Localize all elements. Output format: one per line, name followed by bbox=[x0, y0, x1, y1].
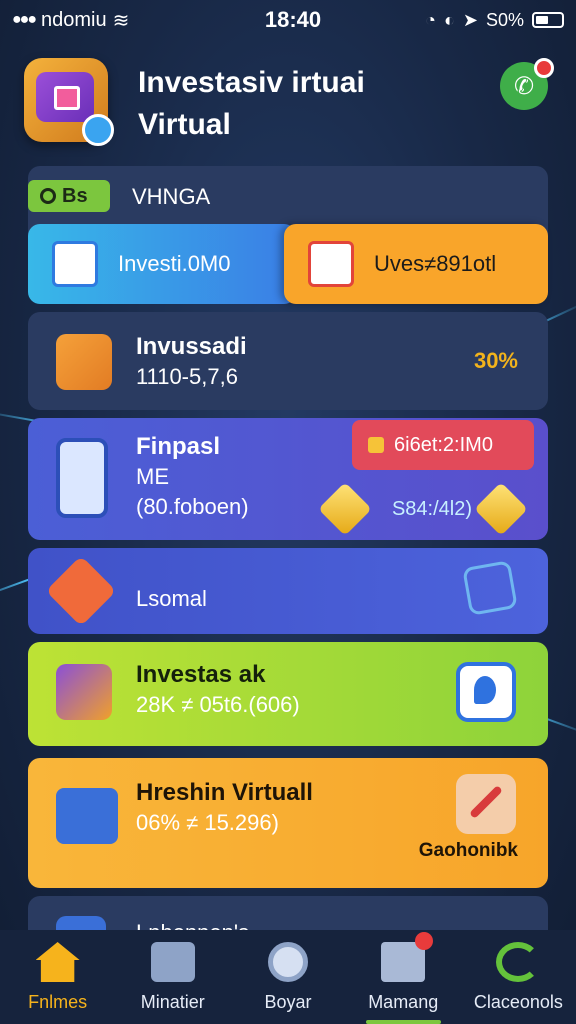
wifi-icon: ≋ bbox=[112, 9, 130, 32]
check-icon bbox=[45, 555, 117, 627]
status-bar: ●●● ndomiu ≋ 18:40 ◔ ◐ ➤ S0% bbox=[0, 0, 576, 40]
nav-item-home[interactable]: Fnlmes bbox=[0, 930, 115, 1024]
cart-icon bbox=[56, 788, 118, 844]
active-indicator bbox=[365, 1020, 441, 1024]
card-subtitle: 1110-5,7,6 bbox=[136, 364, 238, 389]
chart-icon bbox=[52, 241, 98, 287]
document-icon bbox=[150, 942, 195, 982]
mail-icon bbox=[308, 241, 354, 287]
card-title: Lsomal bbox=[136, 586, 207, 611]
finance-card[interactable]: Finpasl ME (80.foboen) 6i6et:2:IM0 S84:/… bbox=[28, 418, 548, 540]
gem-icon bbox=[318, 482, 372, 536]
phone-icon: ✆ bbox=[513, 72, 535, 100]
lesson-card[interactable]: Lsomal bbox=[28, 548, 548, 634]
mail-pill-button[interactable]: Uves≠891otl bbox=[284, 224, 548, 304]
chat-icon[interactable] bbox=[456, 662, 516, 722]
alarm-icon: ◔ bbox=[425, 9, 436, 30]
box-outline-icon bbox=[462, 560, 518, 616]
card-subtitle: 28K ≠ 05t6.(606) bbox=[136, 692, 300, 717]
card-line: ME bbox=[136, 464, 169, 489]
rotation-lock-icon: ◐ bbox=[444, 9, 455, 30]
virtual-card[interactable]: Hreshin Virtuall 06% ≠ 15.296) Gaohonibk bbox=[28, 758, 548, 888]
tool-icon[interactable] bbox=[456, 774, 516, 834]
mail-icon bbox=[381, 932, 434, 982]
invest-pill-button[interactable]: Investi.0M0 bbox=[28, 224, 296, 304]
refresh-icon bbox=[496, 942, 541, 982]
app-logo-icon bbox=[24, 58, 114, 146]
gem-icon bbox=[474, 482, 528, 536]
nav-item-mail[interactable]: Mamang bbox=[346, 930, 461, 1024]
card-title: Finpasl bbox=[136, 433, 221, 460]
app-header: Investasiv irtuai Virtual ✆ bbox=[24, 52, 554, 152]
status-time: 18:40 bbox=[264, 7, 322, 32]
invest-pill-label: Investi.0M0 bbox=[118, 251, 231, 276]
lock-icon bbox=[368, 437, 384, 453]
card-title: Investas ak bbox=[136, 661, 266, 688]
invest-ak-card[interactable]: Investas ak 28K ≠ 05t6.(606) bbox=[28, 642, 548, 746]
signal-dots-icon: ●●● bbox=[12, 11, 37, 28]
search-tag[interactable]: Bs bbox=[28, 180, 110, 212]
card-title: Hreshin Virtuall bbox=[136, 779, 313, 806]
search-icon bbox=[268, 942, 308, 982]
locked-badge[interactable]: 6i6et:2:IM0 bbox=[352, 420, 534, 470]
amount-value: S84:/4l2) bbox=[391, 498, 472, 520]
camera-icon bbox=[56, 334, 112, 390]
card-line: (80.foboen) bbox=[136, 494, 249, 519]
phone-app-icon bbox=[56, 438, 108, 518]
bottom-nav: Fnlmes Minatier Boyar Mamang Claceonols bbox=[0, 930, 576, 1024]
battery-icon bbox=[532, 12, 564, 28]
summary-card: Bs VHNGA Investi.0M0 Uves≠891otl bbox=[28, 166, 548, 304]
card-subtitle: 06% ≠ 15.296) bbox=[136, 810, 279, 835]
battery-percent: S0% bbox=[485, 9, 524, 30]
nav-item-search[interactable]: Boyar bbox=[230, 930, 345, 1024]
carrier-name: ndomiu bbox=[41, 8, 107, 31]
investment-card[interactable]: Invussadi 1110-5,7,6 30% bbox=[28, 312, 548, 410]
mail-pill-label: Uves≠891otl bbox=[374, 251, 497, 276]
summary-label: VHNGA bbox=[132, 184, 211, 209]
envelope-icon bbox=[56, 664, 112, 720]
nav-item-refresh[interactable]: Claceonols bbox=[461, 930, 576, 1024]
app-title: Investasiv irtuai Virtual bbox=[138, 66, 365, 141]
nav-item-documents[interactable]: Minatier bbox=[115, 930, 230, 1024]
percent-value: 30% bbox=[473, 348, 518, 373]
search-icon bbox=[40, 188, 56, 204]
location-icon: ➤ bbox=[462, 9, 478, 30]
side-label: Gaohonibk bbox=[418, 840, 518, 861]
card-title: Invussadi bbox=[136, 333, 247, 360]
home-icon bbox=[35, 942, 80, 982]
notification-dot bbox=[534, 58, 554, 78]
call-button[interactable]: ✆ bbox=[500, 58, 554, 110]
notification-dot bbox=[415, 932, 434, 950]
